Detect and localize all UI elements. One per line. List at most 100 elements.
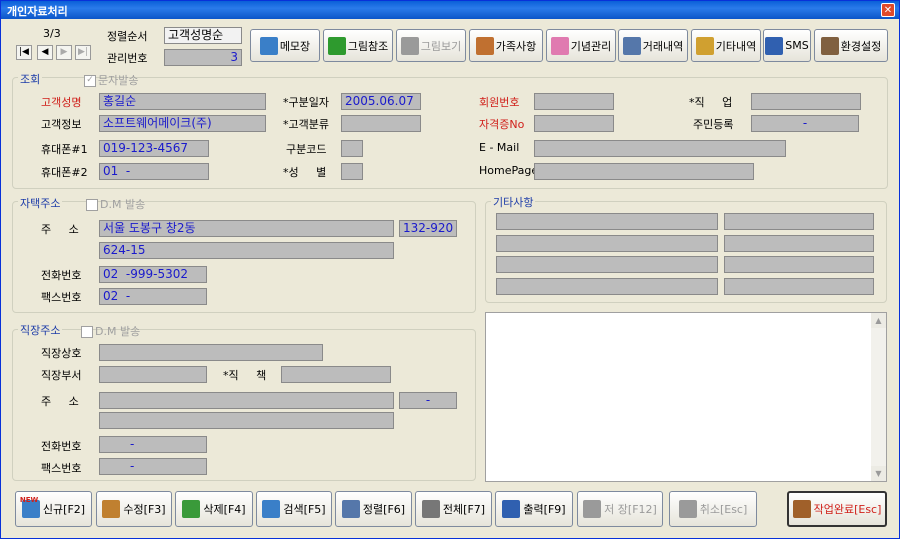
customer-info-field[interactable]: 소프트웨어메이크(주) [99,115,266,132]
document-icon [622,36,641,55]
first-icon: |◀ [19,47,29,57]
toolbar-button-2[interactable]: 그림참조 [323,29,393,62]
mgmt-no-field[interactable]: 3 [164,49,242,66]
sort-icon [341,500,360,518]
toolbar-button-9[interactable]: 환경설정 [814,29,888,62]
bottom-button-2[interactable]: 수정[F3] [96,491,172,527]
job-field[interactable] [751,93,861,110]
work-address2-field[interactable] [99,412,394,429]
bottom-button-label: 출력[F9] [523,503,566,516]
bottom-button-3[interactable]: 삭제[F4] [175,491,253,527]
work-address-title: 직장주소 [18,322,63,338]
work-zip-field[interactable]: - [399,392,457,409]
home-address1-field[interactable]: 서울 도봉구 창2동 [99,220,394,237]
toolbar-button-1[interactable]: 메모장 [250,29,320,62]
dept-field[interactable] [99,366,207,383]
bottom-button-label: 전체[F7] [442,503,486,516]
main-window: 개인자료처리 ✕ 3/3 |◀ ◀ ▶ ▶| 정렬순서 고객성명순 관리번호 3… [0,0,900,539]
etc-field-2a[interactable] [496,235,718,252]
bottom-button-label: 작업완료[Esc] [813,503,882,516]
work-fax-field[interactable]: - [99,458,207,475]
gender-field[interactable] [341,163,363,180]
prev-record-button[interactable]: ◀ [37,45,53,60]
record-counter: 3/3 [43,27,61,40]
toolbar-button-label: 환경설정 [840,39,882,53]
email-field[interactable] [534,140,786,157]
toolbar-button-4[interactable]: 가족사항 [469,29,543,62]
category-date-field[interactable]: 2005.06.07 [341,93,421,110]
prev-icon: ◀ [41,47,49,57]
dept-label: 직장부서 [41,369,82,382]
scroll-up-icon[interactable]: ▲ [871,313,886,328]
work-phone-field[interactable]: - [99,436,207,453]
category-code-label: 구분코드 [286,143,327,156]
toolbar-button-7[interactable]: 기타내역 [691,29,761,62]
mobile1-field[interactable]: 019-123-4567 [99,140,209,157]
first-record-button[interactable]: |◀ [16,45,32,60]
license-label: 자격증No [479,118,525,131]
toolbar-button-6[interactable]: 거래내역 [618,29,688,62]
last-record-button[interactable]: ▶| [75,45,91,60]
home-fax-label: 팩스번호 [41,291,82,304]
work-address-label: 주 소 [41,395,79,408]
bottom-button-7[interactable]: 출력[F9] [495,491,573,527]
exit-door-icon [792,500,811,518]
etc-field-1b[interactable] [724,213,874,230]
bottom-button-4[interactable]: 검색[F5] [256,491,332,527]
cake-icon [550,36,569,55]
etc-group-title: 기타사항 [491,194,536,210]
etc-field-4b[interactable] [724,278,874,295]
bottom-button-6[interactable]: 전체[F7] [415,491,492,527]
home-phone-field[interactable]: 02 -999-5302 [99,266,207,283]
sms-send-checkbox[interactable]: ✓ 문자발송 [84,72,138,88]
company-field[interactable] [99,344,323,361]
license-field[interactable] [534,115,614,132]
category-code-field[interactable] [341,140,363,157]
member-no-label: 회원번호 [479,96,520,109]
memo-scrollbar[interactable]: ▲ ▼ [871,313,886,481]
work-address1-field[interactable] [99,392,394,409]
toolbar-button-8[interactable]: SMS [763,29,811,62]
scroll-down-icon[interactable]: ▼ [871,466,886,481]
home-address-label: 주 소 [41,223,79,236]
home-address2-field[interactable]: 624-15 [99,242,394,259]
home-fax-field[interactable]: 02 - [99,288,207,305]
new-user-icon: NEW [20,496,40,518]
homepage-field[interactable] [534,163,754,180]
etc-field-4a[interactable] [496,278,718,295]
notepad-icon [259,36,278,55]
etc-field-1a[interactable] [496,213,718,230]
etc-field-3a[interactable] [496,256,718,273]
bottom-button-1[interactable]: NEW 신규[F2] [15,491,92,527]
bottom-button-label: 취소[Esc] [699,503,748,516]
family-icon [475,36,494,55]
toolbar-button-5[interactable]: 기념관리 [546,29,616,62]
save-icon [583,500,602,518]
toolbar-button-label: 그림참조 [347,39,389,53]
home-zip-field[interactable]: 132-920 [399,220,457,237]
title-bar[interactable]: 개인자료처리 ✕ [1,1,899,19]
toolbar-button-3[interactable]: 그림보기 [396,29,466,62]
home-dm-checkbox[interactable]: D.M 발송 [86,196,145,212]
next-record-button[interactable]: ▶ [56,45,72,60]
sort-order-field[interactable]: 고객성명순 [164,27,242,44]
close-button[interactable]: ✕ [881,3,895,17]
clipboard-icon [695,36,714,55]
bottom-button-8[interactable]: 저 장[F12] [577,491,663,527]
list-icon [421,500,440,518]
memo-textarea[interactable]: ▲ ▼ [485,312,887,482]
etc-field-2b[interactable] [724,235,874,252]
homepage-label: HomePage [479,164,539,177]
bottom-button-5[interactable]: 정렬[F6] [335,491,412,527]
member-no-field[interactable] [534,93,614,110]
resident-field[interactable]: - [751,115,859,132]
position-field[interactable] [281,366,391,383]
toolbar-button-label: 거래내역 [642,39,684,53]
etc-field-3b[interactable] [724,256,874,273]
work-dm-checkbox[interactable]: D.M 발송 [81,323,140,339]
customer-class-field[interactable] [341,115,421,132]
mobile2-field[interactable]: 01 - [99,163,209,180]
customer-name-field[interactable]: 홍길순 [99,93,266,110]
bottom-button-9[interactable]: 취소[Esc] [669,491,757,527]
bottom-button-10[interactable]: 작업완료[Esc] [787,491,887,527]
